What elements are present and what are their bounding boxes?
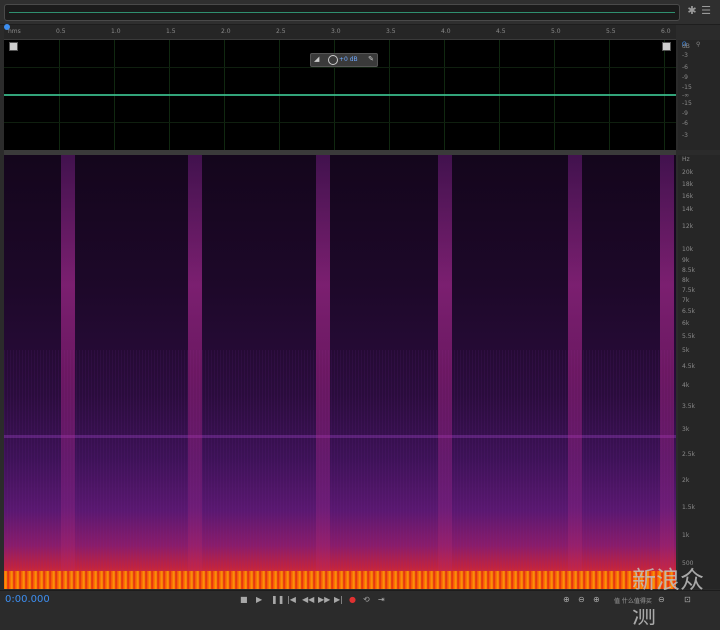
hz-unit-label: Hz [682,156,690,163]
zoom-in-amplitude-icon[interactable]: ⊕ [563,595,570,605]
ruler-tick-label: 2.0 [221,28,231,35]
pin-scale-icon[interactable]: ⚲ [696,41,700,48]
hz-label: 10k [682,246,694,253]
transport-bar: 0:00.000 ■ ▶ ❚❚ |◀ ◀◀ ▶▶ ▶| ● ⟲ ⇥ ⊕ ⊖ ⊕ … [0,590,720,609]
skip-selection-icon[interactable]: ⇥ [378,595,385,605]
skip-to-end-icon[interactable]: ▶| [334,595,343,605]
watermark-subtext: 值 什么值得买 [614,598,652,605]
spectral-frequency-display[interactable] [4,155,676,589]
volume-bars-icon: ◢ [314,55,320,63]
hz-label: 2k [682,477,690,484]
transient-band [61,155,75,589]
hz-label: 8k [682,277,690,284]
ruler-tick-label: 4.0 [441,28,451,35]
gain-value: +0 dB [339,56,358,63]
hz-label: 7k [682,297,690,304]
transient-band [438,155,452,589]
amplitude-line [4,122,676,123]
db-label: -15 [682,100,692,107]
zoom-out-time-icon[interactable]: ⊖ [658,595,665,605]
zoom-in-time-icon[interactable]: ⊕ [593,595,600,605]
transient-band [660,155,674,589]
db-label: -3 [682,52,688,59]
db-label: -∞ [682,92,690,99]
db-scale: Ω ⚲ dB -3 -6 -9 -15 -∞ -15 -9 -6 -3 [678,40,720,150]
waveform-panel[interactable]: ◢ +0 dB ✎ [4,40,676,150]
amplitude-line [4,67,676,68]
hz-label: 4.5k [682,363,696,370]
ruler-tick-label: 0.5 [56,28,66,35]
db-label: -15 [682,84,692,91]
fast-forward-icon[interactable]: ▶▶ [318,595,330,605]
hz-label: 5k [682,347,690,354]
ruler-unit-label: hms [8,28,21,35]
play-icon[interactable]: ▶ [256,595,262,605]
zoom-out-amplitude-icon[interactable]: ⊖ [578,595,585,605]
ruler-tick-label: 1.0 [111,28,121,35]
ruler-tick-label: 6.0 [661,28,671,35]
low-frequency-energy [4,571,676,589]
overview-waveform-line [9,12,675,13]
fade-out-handle[interactable] [662,42,671,51]
hz-label: 9k [682,257,690,264]
hz-label: 3.5k [682,403,696,410]
frequency-scale: Hz 20k 18k 16k 14k 12k 10k 9k 8.5k 8k 7.… [678,155,720,589]
waveform-signal [4,94,676,96]
panel-menu-icon[interactable]: ☰ [700,5,712,17]
stop-icon[interactable]: ■ [240,595,248,605]
current-time-display[interactable]: 0:00.000 [5,594,50,605]
time-ruler[interactable]: hms 0.5 1.0 1.5 2.0 2.5 3.0 3.5 4.0 4.5 … [4,24,676,40]
db-label: -9 [682,110,688,117]
gain-knob[interactable] [328,55,338,65]
hz-label: 2.5k [682,451,696,458]
hz-label: 5.5k [682,333,696,340]
hz-label: 18k [682,181,694,188]
hz-label: 20k [682,169,694,176]
loop-icon[interactable]: ⟲ [363,595,370,605]
hz-label: 1.5k [682,504,696,511]
settings-gear-icon[interactable]: ✱ [686,5,698,17]
ruler-tick-label: 3.0 [331,28,341,35]
zoom-full-icon[interactable]: ⊡ [684,595,691,605]
db-label: -9 [682,74,688,81]
db-label: -6 [682,64,688,71]
skip-to-start-icon[interactable]: |◀ [287,595,296,605]
db-label: -3 [682,132,688,139]
ruler-tick-label: 1.5 [166,28,176,35]
hz-label: 4k [682,382,690,389]
ruler-tick-label: 5.5 [606,28,616,35]
hz-label: 6.5k [682,308,696,315]
top-toolbar: ✱ ☰ [0,0,720,25]
gain-hud[interactable]: ◢ +0 dB ✎ [310,53,378,67]
overview-navigator[interactable] [4,4,680,21]
hz-label: 14k [682,206,694,213]
hz-label: 8.5k [682,267,696,274]
transient-band [316,155,330,589]
ruler-tick-label: 3.5 [386,28,396,35]
ruler-tick-label: 5.0 [551,28,561,35]
hz-label: 6k [682,320,690,327]
rewind-icon[interactable]: ◀◀ [302,595,314,605]
hz-label: 1k [682,532,690,539]
pause-icon[interactable]: ❚❚ [271,595,284,605]
transient-band [568,155,582,589]
db-unit-label: dB [682,43,690,50]
hz-label: 7.5k [682,287,696,294]
ruler-tick-label: 4.5 [496,28,506,35]
record-icon[interactable]: ● [349,595,356,605]
db-label: -6 [682,120,688,127]
hz-label: 12k [682,223,694,230]
transient-band [188,155,202,589]
pin-icon[interactable]: ✎ [368,55,374,63]
ruler-tick-label: 2.5 [276,28,286,35]
hz-label: 16k [682,193,694,200]
hz-label: 3k [682,426,690,433]
fade-in-handle[interactable] [9,42,18,51]
